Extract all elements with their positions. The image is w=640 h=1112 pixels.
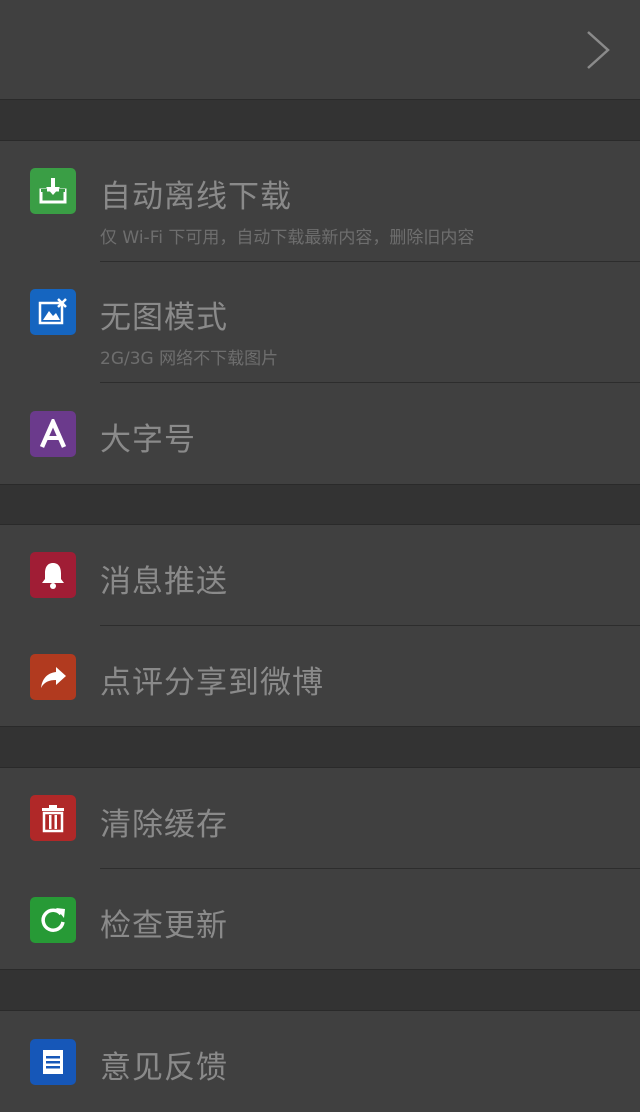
share-icon <box>30 654 76 700</box>
settings-group-maintenance: 清除缓存 检查更新 <box>0 767 640 970</box>
header-bar[interactable] <box>0 0 640 100</box>
setting-push-notifications[interactable]: 消息推送 <box>0 525 640 626</box>
setting-large-font[interactable]: 大字号 <box>0 383 640 484</box>
bell-icon <box>30 552 76 598</box>
settings-group-display: 自动离线下载 仅 Wi-Fi 下可用，自动下载最新内容，删除旧内容 无图模式 2… <box>0 140 640 485</box>
setting-description: 仅 Wi-Fi 下可用，自动下载最新内容，删除旧内容 <box>100 228 475 248</box>
setting-no-image-mode[interactable]: 无图模式 2G/3G 网络不下载图片 <box>0 262 640 383</box>
refresh-icon <box>30 897 76 943</box>
setting-label: 无图模式 <box>100 300 228 336</box>
setting-description: 2G/3G 网络不下载图片 <box>100 349 279 369</box>
font-size-icon <box>30 411 76 457</box>
trash-icon <box>30 795 76 841</box>
setting-label: 意见反馈 <box>100 1050 228 1086</box>
setting-label: 自动离线下载 <box>100 179 292 215</box>
setting-auto-offline-download[interactable]: 自动离线下载 仅 Wi-Fi 下可用，自动下载最新内容，删除旧内容 <box>0 141 640 262</box>
setting-clear-cache[interactable]: 清除缓存 <box>0 768 640 869</box>
settings-group-notifications: 消息推送 点评分享到微博 <box>0 524 640 727</box>
setting-label: 点评分享到微博 <box>100 665 324 701</box>
download-icon <box>30 168 76 214</box>
setting-share-to-weibo[interactable]: 点评分享到微博 <box>0 626 640 726</box>
chevron-right-icon[interactable] <box>584 30 612 70</box>
setting-label: 清除缓存 <box>100 807 228 843</box>
setting-label: 大字号 <box>100 422 196 458</box>
setting-check-update[interactable]: 检查更新 <box>0 869 640 969</box>
setting-label: 检查更新 <box>100 908 228 944</box>
settings-group-feedback: 意见反馈 <box>0 1010 640 1112</box>
setting-label: 消息推送 <box>100 564 228 600</box>
settings-screen: 自动离线下载 仅 Wi-Fi 下可用，自动下载最新内容，删除旧内容 无图模式 2… <box>0 0 640 1112</box>
no-image-icon <box>30 289 76 335</box>
document-icon <box>30 1039 76 1085</box>
setting-feedback[interactable]: 意见反馈 <box>0 1011 640 1111</box>
